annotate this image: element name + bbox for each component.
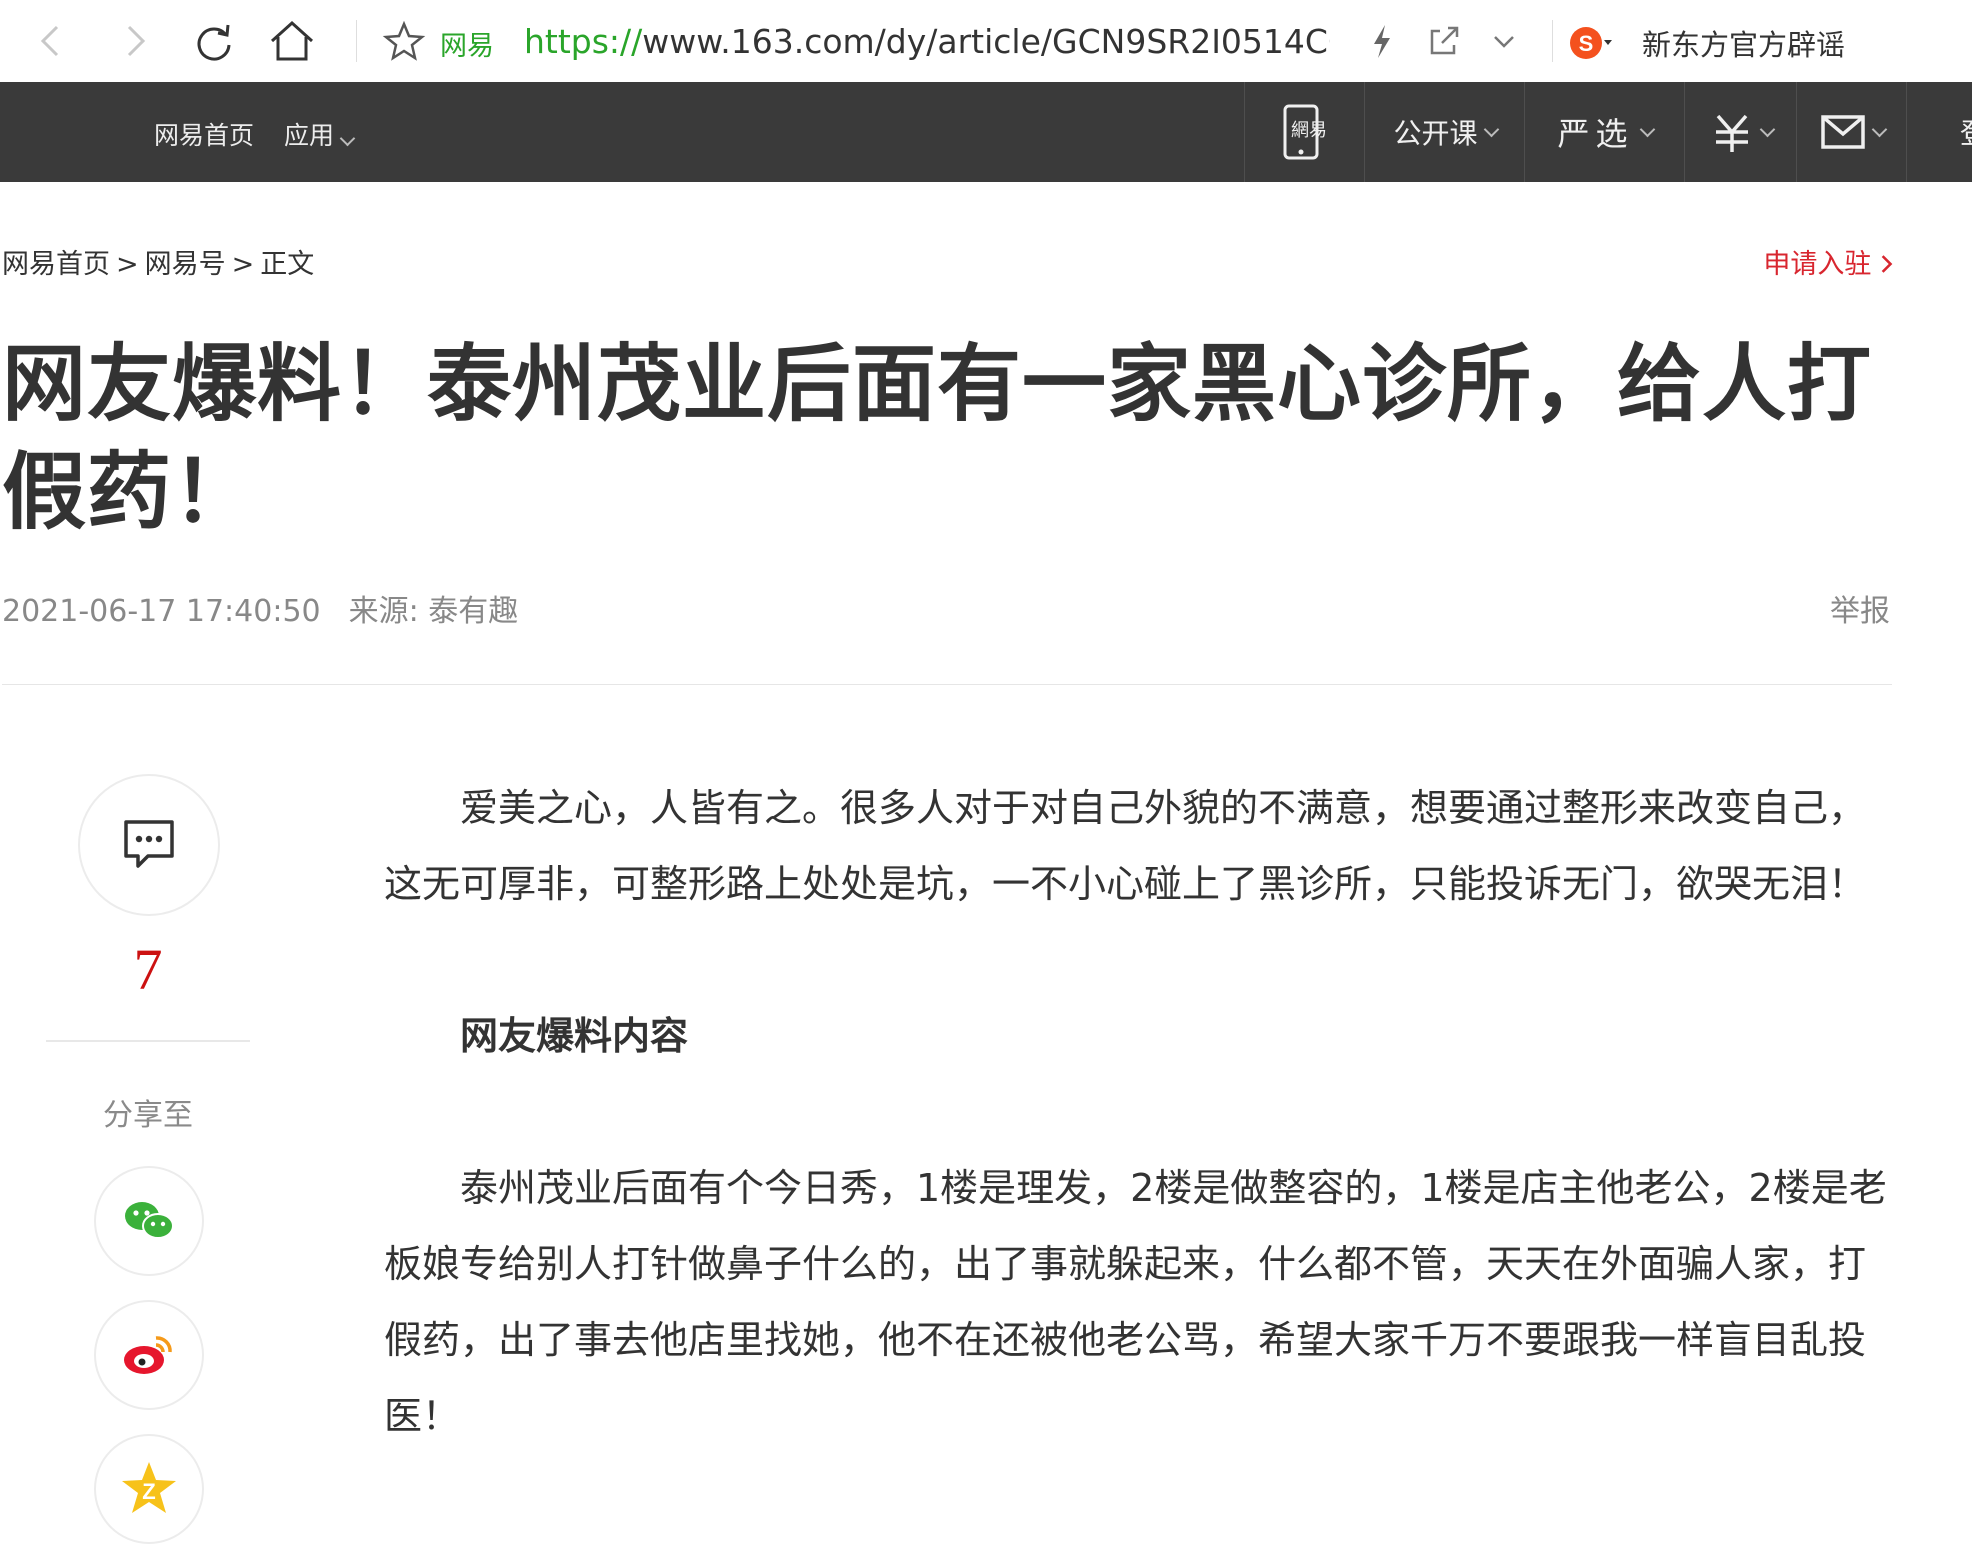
qzone-icon: Z [122, 1462, 176, 1513]
breadcrumb-current: 正文 [260, 249, 315, 280]
comment-icon [124, 820, 174, 868]
breadcrumb: 网易首页 > 网易号 > 正文 [2, 242, 320, 281]
article-body: 爱美之心，人皆有之。很多人对于对自己外貌的不满意，想要通过整形来改变自己，这无可… [384, 770, 1894, 1454]
publish-time: 2021-06-17 17:40:50 [2, 594, 321, 629]
nav-yanxuan-label: 严选 [1557, 115, 1634, 153]
nav-open-course-label: 公开课 [1393, 117, 1478, 150]
article-source[interactable]: 来源: 泰有趣 [349, 594, 519, 629]
nav-apps-menu[interactable]: 应用 [284, 116, 356, 152]
header-divider [2, 684, 1892, 685]
article-paragraph: 爱美之心，人皆有之。很多人对于对自己外貌的不满意，想要通过整形来改变自己，这无可… [384, 786, 1867, 906]
share-weibo-button[interactable] [94, 1300, 204, 1410]
svg-text:Z: Z [142, 1479, 155, 1504]
chevron-down-icon [339, 130, 356, 147]
nav-mail-menu[interactable] [1796, 82, 1907, 182]
wechat-icon [125, 1202, 174, 1239]
report-link[interactable]: 举报 [1830, 586, 1890, 630]
apply-join-label: 申请入驻 [1763, 249, 1872, 280]
comment-button[interactable] [78, 774, 220, 916]
breadcrumb-home[interactable]: 网易首页 [2, 249, 110, 280]
site-nav-bar: 网易首页 应用 網易 公开课 严选 登 [0, 82, 1972, 182]
toolbar-separator [356, 20, 357, 62]
nav-home-link[interactable]: 网易首页 [154, 116, 254, 152]
share-page-icon[interactable] [1416, 13, 1472, 69]
share-qzone-button[interactable]: Z [94, 1434, 204, 1544]
share-divider [46, 1040, 250, 1042]
apply-join-link[interactable]: 申请入驻 [1763, 242, 1894, 281]
chevron-down-icon[interactable] [1476, 13, 1532, 69]
article-subheading: 网友爆料内容 [460, 1014, 689, 1058]
chevron-down-icon [1483, 121, 1499, 137]
chevron-down-icon [1639, 121, 1655, 137]
chevron-right-icon [1881, 255, 1893, 273]
forward-icon[interactable] [106, 13, 162, 69]
reload-icon[interactable] [186, 13, 242, 69]
weibo-icon [124, 1336, 172, 1374]
chevron-down-icon [1871, 121, 1887, 137]
url-path: www.163.com/dy/article/GCN9SR2I0514CG10.… [642, 22, 1330, 61]
nav-finance-menu[interactable] [1684, 82, 1797, 182]
share-wechat-button[interactable] [94, 1166, 204, 1276]
home-icon[interactable] [264, 13, 320, 69]
svg-text:S: S [1579, 31, 1594, 56]
breadcrumb-wangyihao[interactable]: 网易号 [145, 249, 226, 280]
chevron-down-icon [1759, 121, 1775, 137]
back-icon[interactable] [24, 13, 80, 69]
breadcrumb-separator: > [116, 249, 139, 280]
article-paragraph: 泰州茂业后面有个今日秀，1楼是理发，2楼是做整容的，1楼是店主他老公，2楼是老板… [384, 1166, 1887, 1438]
star-icon[interactable] [376, 13, 432, 69]
site-name-label: 网易 [440, 31, 494, 62]
nav-login-link[interactable]: 登 [1960, 112, 1972, 152]
share-label: 分享至 [103, 1098, 193, 1133]
address-bar[interactable]: https://www.163.com/dy/article/GCN9SR2I0… [524, 20, 1330, 64]
comment-count[interactable]: 7 [78, 936, 218, 1003]
mail-icon [1820, 115, 1865, 149]
toolbar-separator [1552, 20, 1553, 62]
sogou-icon[interactable]: S [1566, 20, 1612, 66]
svg-text:網易: 網易 [1291, 120, 1327, 141]
article-meta: 2021-06-17 17:40:50 来源: 泰有趣 [2, 586, 518, 630]
url-protocol: https:// [524, 22, 643, 61]
mobile-app-icon[interactable]: 網易 [1244, 82, 1365, 182]
currency-icon [1715, 114, 1748, 152]
search-box-text[interactable]: 新东方官方辟谣 [1642, 22, 1845, 64]
browser-toolbar: 网易 https://www.163.com/dy/article/GCN9SR… [0, 0, 1972, 83]
breadcrumb-separator: > [231, 249, 255, 280]
nav-yanxuan-menu[interactable]: 严选 [1524, 82, 1685, 182]
nav-apps-label: 应用 [284, 121, 335, 150]
nav-open-course-menu[interactable]: 公开课 [1364, 82, 1525, 182]
lightning-icon[interactable] [1354, 13, 1410, 69]
article-title: 网友爆料！泰州茂业后面有一家黑心诊所，给人打假药！ [2, 335, 1873, 541]
